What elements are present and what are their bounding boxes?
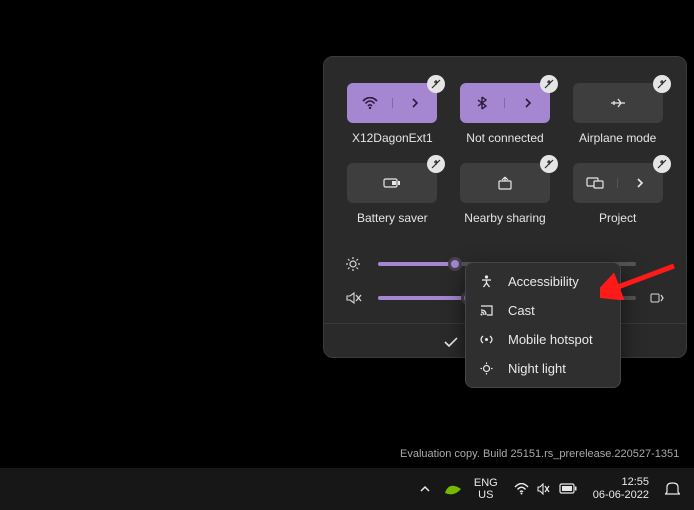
nearby-sharing-icon xyxy=(497,176,513,190)
tile-project: Project xyxy=(571,163,664,225)
quick-actions-grid: X12DagonExt1 Not connected xyxy=(324,57,686,233)
menu-item-mobile-hotspot[interactable]: Mobile hotspot xyxy=(466,325,620,354)
check-icon xyxy=(444,336,458,348)
lang-bottom: US xyxy=(474,489,498,501)
project-icon xyxy=(573,177,618,189)
battery-saver-tile[interactable] xyxy=(347,163,437,203)
unpin-icon[interactable] xyxy=(427,75,445,93)
tray-overflow-chevron[interactable] xyxy=(414,481,436,497)
project-label: Project xyxy=(599,211,636,225)
bluetooth-icon xyxy=(460,96,505,110)
language-indicator[interactable]: ENG US xyxy=(470,477,502,501)
volume-muted-icon xyxy=(346,291,364,305)
bluetooth-label: Not connected xyxy=(466,131,543,145)
wifi-tray-icon xyxy=(514,483,529,495)
project-expand[interactable] xyxy=(617,178,663,188)
lang-top: ENG xyxy=(474,477,498,489)
wifi-icon xyxy=(347,97,392,109)
clock-time: 12:55 xyxy=(593,476,649,489)
nearby-sharing-label: Nearby sharing xyxy=(464,211,545,225)
tile-wifi: X12DagonExt1 xyxy=(346,83,439,145)
menu-item-accessibility[interactable]: Accessibility xyxy=(466,267,620,296)
menu-label: Night light xyxy=(508,361,566,376)
tile-battery-saver: Battery saver xyxy=(346,163,439,225)
tile-nearby-sharing: Nearby sharing xyxy=(459,163,552,225)
clock[interactable]: 12:55 06-06-2022 xyxy=(589,476,653,502)
nearby-sharing-tile[interactable] xyxy=(460,163,550,203)
unpin-icon[interactable] xyxy=(427,155,445,173)
wifi-tile[interactable] xyxy=(347,83,437,123)
wifi-expand[interactable] xyxy=(392,98,438,108)
bluetooth-tile[interactable] xyxy=(460,83,550,123)
menu-label: Accessibility xyxy=(508,274,579,289)
unpin-icon[interactable] xyxy=(540,75,558,93)
chevron-right-icon xyxy=(411,98,419,108)
menu-item-cast[interactable]: Cast xyxy=(466,296,620,325)
menu-label: Mobile hotspot xyxy=(508,332,593,347)
battery-tray-icon xyxy=(559,483,577,495)
taskbar: ENG US 12:55 06-06-2022 xyxy=(0,468,694,510)
chevron-right-icon xyxy=(636,178,644,188)
bluetooth-expand[interactable] xyxy=(504,98,550,108)
unpin-icon[interactable] xyxy=(540,155,558,173)
unpin-icon[interactable] xyxy=(653,155,671,173)
unpin-icon[interactable] xyxy=(653,75,671,93)
notification-center-icon[interactable] xyxy=(661,482,684,496)
tile-bluetooth: Not connected xyxy=(459,83,552,145)
hotspot-icon xyxy=(480,333,496,346)
volume-tray-icon xyxy=(537,483,551,495)
airplane-icon xyxy=(610,96,626,110)
wifi-label: X12DagonExt1 xyxy=(352,131,433,145)
system-tray[interactable] xyxy=(510,483,581,495)
airplane-label: Airplane mode xyxy=(579,131,656,145)
cast-icon xyxy=(480,305,496,316)
battery-saver-icon xyxy=(383,177,401,189)
nvidia-tray-icon[interactable] xyxy=(444,482,462,496)
add-quick-action-menu: Accessibility Cast Mobile hotspot Night … xyxy=(465,262,621,388)
battery-saver-label: Battery saver xyxy=(357,211,428,225)
airplane-tile[interactable] xyxy=(573,83,663,123)
menu-item-night-light[interactable]: Night light xyxy=(466,354,620,383)
project-tile[interactable] xyxy=(573,163,663,203)
menu-label: Cast xyxy=(508,303,535,318)
chevron-right-icon xyxy=(524,98,532,108)
audio-output-expand[interactable] xyxy=(650,292,664,304)
brightness-icon xyxy=(346,257,364,271)
evaluation-watermark: Evaluation copy. Build 25151.rs_prerelea… xyxy=(400,448,679,460)
tile-airplane: Airplane mode xyxy=(571,83,664,145)
clock-date: 06-06-2022 xyxy=(593,489,649,502)
accessibility-icon xyxy=(480,275,496,288)
night-light-icon xyxy=(480,362,496,375)
